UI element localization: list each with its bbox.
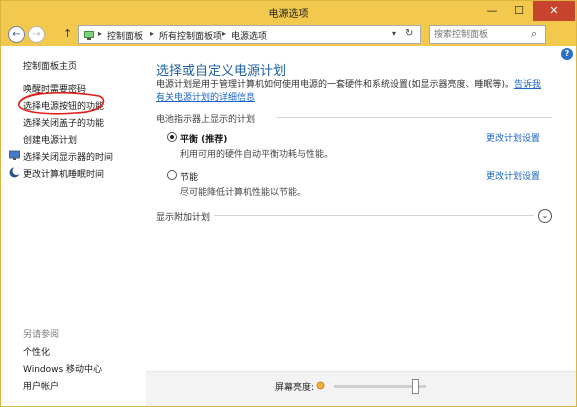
address-bar[interactable]: ▸ 控制面板 ▸ 所有控制面板项 ▸ 电源选项 ▾ ↻ [78,25,421,44]
minimize-button[interactable]: — [479,1,505,21]
maximize-button[interactable]: ☐ [506,1,532,21]
brightness-bar: 屏幕亮度: [146,371,576,406]
plan-saver-change-link[interactable]: 更改计划设置 [486,169,540,182]
plan-balanced-change-link[interactable]: 更改计划设置 [486,131,540,144]
sidebar-item-create-plan[interactable]: 创建电源计划 [23,133,77,146]
sidebar-item-lid-close[interactable]: 选择关闭盖子的功能 [23,116,104,129]
search-box[interactable]: ⌕ [429,25,546,44]
plan-saver-description: 尽可能降低计算机性能以节能。 [180,188,307,198]
breadcrumb-all-items[interactable]: 所有控制面板项 [159,29,222,42]
sidebar-item-home[interactable]: 控制面板主页 [23,59,77,72]
main-content: 选择或自定义电源计划 电源计划是用于管理计算机如何使用电源的一套硬件和系统设置(… [156,46,571,366]
up-button[interactable]: ↑ [63,27,72,40]
description-text: 电源计划是用于管理计算机如何使用电源的一套硬件和系统设置(如显示器亮度、睡眠等)… [156,80,515,90]
back-button[interactable]: ← [8,26,25,43]
red-circle-annotation [18,91,105,115]
see-also-personalization[interactable]: 个性化 [23,345,50,358]
plan-balanced-name[interactable]: 平衡 (推荐) [180,132,227,145]
control-panel-icon [84,31,94,40]
radio-selected-dot [170,135,174,139]
sidebar-item-display-off[interactable]: 选择关闭显示器的时间 [23,150,113,163]
search-input[interactable] [430,26,530,43]
navigation-bar: ← → ↑ ▸ 控制面板 ▸ 所有控制面板项 ▸ 电源选项 ▾ ↻ ⌕ [1,23,576,46]
plan-balanced-description: 利用可用的硬件自动平衡功耗与性能。 [180,150,334,160]
group-label: 电池指示器上显示的计划 [156,115,256,125]
breadcrumb-separator: ▸ [98,29,103,38]
breadcrumb-control-panel[interactable]: 控制面板 [107,29,143,42]
search-icon[interactable]: ⌕ [531,27,537,41]
brightness-label: 屏幕亮度: [275,383,315,393]
monitor-icon [9,150,20,160]
see-also-mobility-center[interactable]: Windows 移动中心 [23,362,102,375]
breadcrumb-power-options[interactable]: 电源选项 [231,29,267,42]
forward-button[interactable]: → [28,26,45,43]
brightness-slider-thumb[interactable] [412,379,419,394]
sidebar-item-sleep-time[interactable]: 更改计算机睡眠时间 [23,167,104,180]
see-also-user-accounts[interactable]: 用户帐户 [23,379,59,392]
plan-balanced-radio[interactable] [167,132,177,142]
sidebar: 控制面板主页 唤醒时需要密码 选择电源按钮的功能 选择关闭盖子的功能 创建电源计… [1,46,146,406]
breadcrumb-separator: ▸ [222,29,227,38]
moon-icon [9,167,20,178]
expand-chevron-icon[interactable]: ⌄ [538,209,552,223]
page-description: 电源计划是用于管理计算机如何使用电源的一套硬件和系统设置(如显示器亮度、睡眠等)… [156,79,548,105]
title-bar[interactable]: 电源选项 — ☐ ✕ [1,1,576,23]
page-title: 选择或自定义电源计划 [156,64,287,79]
refresh-icon[interactable]: ↻ [405,28,413,39]
close-button[interactable]: ✕ [533,1,575,21]
chevron-down-icon[interactable]: ▾ [392,29,396,38]
plan-saver-name[interactable]: 节能 [180,170,198,183]
breadcrumb-separator: ▸ [150,29,155,38]
divider [214,215,534,216]
divider [276,117,552,118]
sun-icon [316,381,325,390]
brightness-slider[interactable] [334,379,426,394]
control-panel-window: 电源选项 — ☐ ✕ ← → ↑ ▸ 控制面板 ▸ 所有控制面板项 ▸ 电源选项… [0,0,577,407]
plan-saver-radio[interactable] [167,170,177,180]
show-more-plans[interactable]: 显示附加计划 [156,210,210,223]
see-also-heading: 另请参阅 [23,330,60,340]
